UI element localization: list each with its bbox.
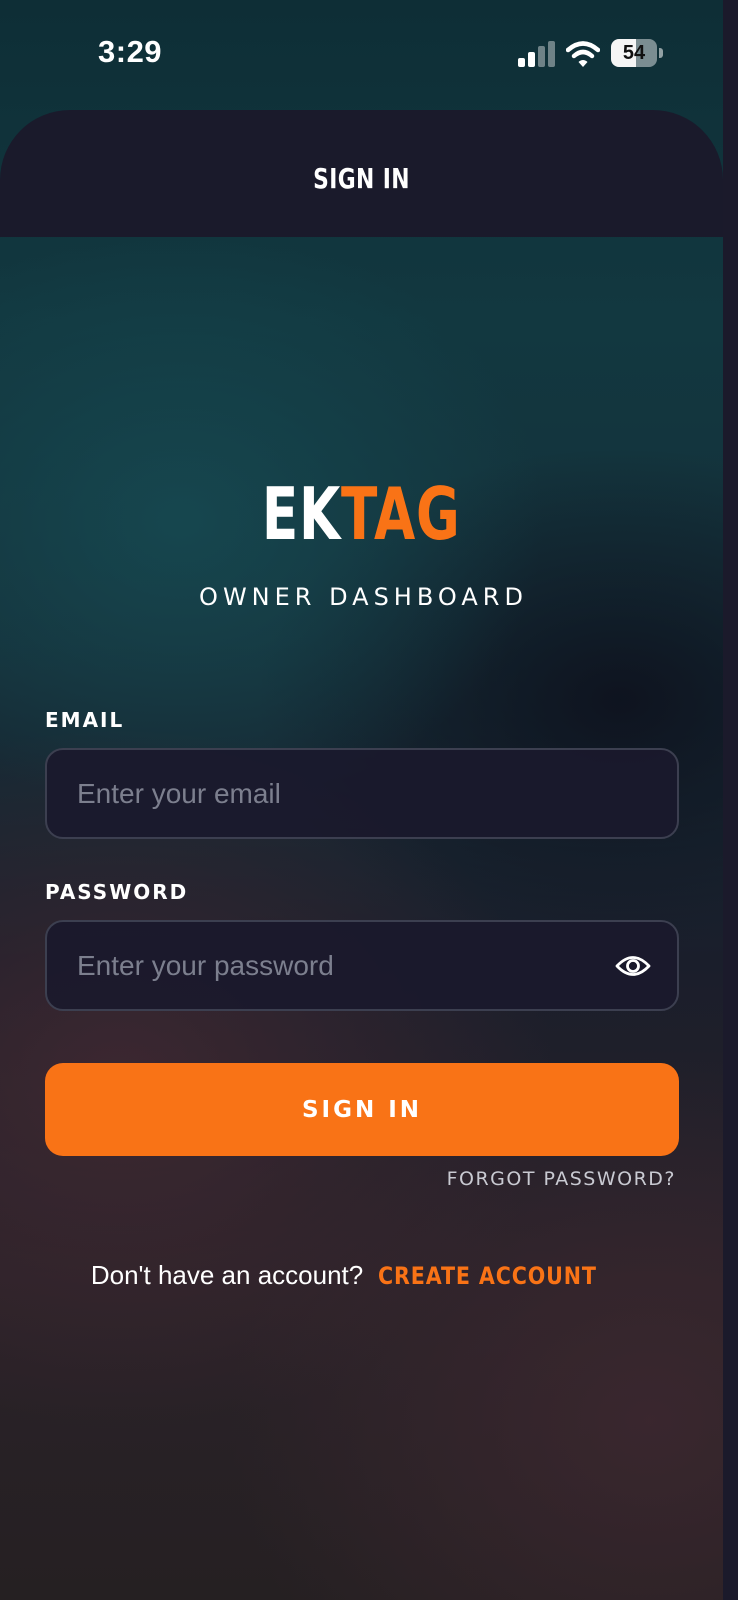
page-title: SIGN IN bbox=[313, 162, 410, 195]
screen-edge bbox=[723, 0, 738, 1600]
password-label: PASSWORD bbox=[45, 880, 189, 904]
eye-icon[interactable] bbox=[615, 950, 651, 982]
app-subtitle: OWNER DASHBOARD bbox=[199, 583, 528, 611]
battery-tip bbox=[659, 48, 663, 58]
app-logo: EKTAG bbox=[0, 472, 723, 556]
email-label: EMAIL bbox=[45, 708, 125, 732]
header-bar: SIGN IN bbox=[0, 110, 723, 237]
password-input[interactable] bbox=[47, 922, 677, 1009]
logo-part-ek: EK bbox=[262, 472, 342, 556]
email-input[interactable] bbox=[47, 750, 677, 837]
sign-in-button[interactable]: SIGN IN bbox=[45, 1063, 679, 1156]
status-time: 3:29 bbox=[98, 34, 163, 69]
wifi-icon bbox=[566, 41, 600, 67]
sign-in-screen: 3:29 54 SIGN IN EKTAG OWNER DASHBOARD EM… bbox=[0, 0, 723, 1600]
battery-percent: 54 bbox=[622, 42, 646, 64]
cellular-signal-icon bbox=[518, 41, 555, 67]
forgot-password-link[interactable]: FORGOT PASSWORD? bbox=[447, 1168, 676, 1190]
no-account-prompt: Don't have an account? bbox=[90, 1260, 364, 1290]
password-field-container bbox=[45, 920, 679, 1011]
battery-indicator: 54 bbox=[611, 39, 663, 67]
create-account-row: Don't have an account? CREATE ACCOUNT bbox=[0, 1260, 723, 1291]
create-account-link[interactable]: CREATE ACCOUNT bbox=[378, 1262, 597, 1290]
logo-part-tag: TAG bbox=[341, 472, 461, 556]
email-field-container bbox=[45, 748, 679, 839]
status-bar: 3:29 54 bbox=[0, 0, 723, 108]
logo-wordmark: EKTAG bbox=[262, 472, 461, 556]
